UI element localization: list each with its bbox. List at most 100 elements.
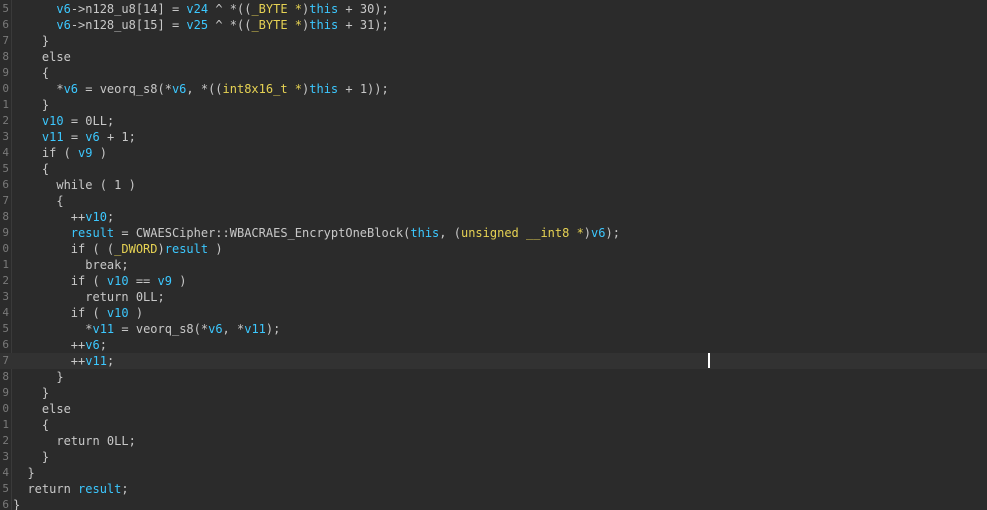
code-text[interactable]: } <box>13 33 49 49</box>
identifier-token[interactable]: v6 <box>208 322 222 336</box>
code-text[interactable]: v6->n128_u8[15] = v25 ^ *((_BYTE *)this … <box>13 17 388 33</box>
type-cast-token[interactable]: _DWORD <box>114 242 157 256</box>
code-text[interactable]: } <box>13 97 49 113</box>
code-text[interactable]: if ( v10 == v9 ) <box>13 273 187 289</box>
code-token[interactable]: = 0LL; <box>64 114 114 128</box>
code-token[interactable]: + 1; <box>100 130 136 144</box>
code-token[interactable]: if ( <box>13 146 78 160</box>
code-line[interactable]: 9 result = CWAESCipher::WBACRAES_Encrypt… <box>0 225 987 241</box>
identifier-token[interactable]: v10 <box>85 210 107 224</box>
code-token[interactable]: = veorq_s8(* <box>78 82 172 96</box>
code-text[interactable]: else <box>13 49 71 65</box>
identifier-token[interactable]: v11 <box>92 322 114 336</box>
code-token[interactable]: ) <box>584 226 591 240</box>
identifier-token[interactable]: v11 <box>42 130 64 144</box>
code-token[interactable]: return 0LL; <box>13 434 135 448</box>
type-cast-token[interactable]: unsigned __int8 * <box>461 226 584 240</box>
code-line[interactable]: 2 return 0LL; <box>0 433 987 449</box>
code-token[interactable]: ) <box>129 306 143 320</box>
code-text[interactable]: if ( v9 ) <box>13 145 107 161</box>
code-line[interactable]: 3 } <box>0 449 987 465</box>
identifier-token[interactable]: v6 <box>85 338 99 352</box>
identifier-token[interactable]: v6 <box>56 18 70 32</box>
code-token[interactable]: while ( 1 ) <box>13 178 135 192</box>
code-token[interactable]: { <box>13 194 63 208</box>
code-line[interactable]: 7 { <box>0 193 987 209</box>
code-line[interactable]: 6 v6->n128_u8[15] = v25 ^ *((_BYTE *)thi… <box>0 17 987 33</box>
identifier-token[interactable]: v6 <box>85 130 99 144</box>
identifier-token[interactable]: v10 <box>42 114 64 128</box>
code-text[interactable]: { <box>13 161 49 177</box>
identifier-token[interactable]: v6 <box>591 226 605 240</box>
code-line[interactable]: 5 { <box>0 161 987 177</box>
code-line[interactable]: 7 } <box>0 33 987 49</box>
code-token[interactable] <box>13 130 42 144</box>
code-token[interactable]: ; <box>107 354 114 368</box>
code-text[interactable]: } <box>13 385 49 401</box>
code-line[interactable]: 4 if ( v9 ) <box>0 145 987 161</box>
code-token[interactable]: ->n128_u8[15] = <box>71 18 187 32</box>
code-token[interactable]: == <box>129 274 158 288</box>
identifier-token[interactable]: result <box>165 242 208 256</box>
code-token[interactable]: { <box>13 162 49 176</box>
code-token[interactable]: + 1)); <box>338 82 388 96</box>
code-line[interactable]: 5 return result; <box>0 481 987 497</box>
code-token[interactable]: ) <box>92 146 107 160</box>
code-token[interactable] <box>13 18 56 32</box>
code-token[interactable]: ++ <box>13 354 85 368</box>
code-token[interactable]: { <box>13 66 49 80</box>
code-text[interactable]: { <box>13 417 49 433</box>
code-text[interactable]: v11 = v6 + 1; <box>13 129 136 145</box>
code-line[interactable]: 0 else <box>0 401 987 417</box>
type-cast-token[interactable]: int8x16_t * <box>223 82 302 96</box>
identifier-token[interactable]: v9 <box>158 274 172 288</box>
identifier-token[interactable]: result <box>78 482 121 496</box>
identifier-token[interactable]: v6 <box>56 2 70 16</box>
identifier-token[interactable]: v6 <box>64 82 78 96</box>
code-token[interactable]: } <box>13 466 34 480</box>
code-line[interactable]: 8 else <box>0 49 987 65</box>
code-token[interactable] <box>13 226 71 240</box>
code-token[interactable]: return 0LL; <box>13 290 164 304</box>
code-line[interactable]: 9 { <box>0 65 987 81</box>
identifier-token[interactable]: v25 <box>186 18 208 32</box>
code-line[interactable]: 2 v10 = 0LL; <box>0 113 987 129</box>
code-token[interactable]: , ( <box>439 226 461 240</box>
code-text[interactable]: } <box>13 449 49 465</box>
identifier-token[interactable]: v10 <box>107 274 129 288</box>
identifier-token[interactable]: v6 <box>172 82 186 96</box>
code-token[interactable]: } <box>13 450 49 464</box>
code-line[interactable]: 6 while ( 1 ) <box>0 177 987 193</box>
code-token[interactable]: } <box>13 98 49 112</box>
code-token[interactable]: else <box>13 402 71 416</box>
code-token[interactable] <box>13 2 56 16</box>
identifier-token[interactable]: v9 <box>78 146 92 160</box>
code-token[interactable]: = <box>64 130 86 144</box>
code-text[interactable]: v10 = 0LL; <box>13 113 114 129</box>
code-token[interactable]: , *(( <box>186 82 222 96</box>
code-text[interactable]: } <box>13 497 20 510</box>
code-token[interactable]: ->n128_u8[14] = <box>71 2 187 16</box>
code-text[interactable]: v6->n128_u8[14] = v24 ^ *((_BYTE *)this … <box>13 1 388 17</box>
code-token[interactable]: if ( <box>13 274 107 288</box>
code-token[interactable]: } <box>13 498 20 510</box>
code-token[interactable]: ; <box>121 482 128 496</box>
code-token[interactable]: ) <box>208 242 222 256</box>
code-token[interactable]: ++ <box>13 338 85 352</box>
code-line[interactable]: 2 if ( v10 == v9 ) <box>0 273 987 289</box>
code-line[interactable]: 1 break; <box>0 257 987 273</box>
code-token[interactable]: ) <box>172 274 186 288</box>
code-text[interactable]: { <box>13 65 49 81</box>
identifier-token[interactable]: v11 <box>244 322 266 336</box>
code-token[interactable]: { <box>13 418 49 432</box>
code-token[interactable]: = CWAESCipher::WBACRAES_EncryptOneBlock( <box>114 226 410 240</box>
code-token[interactable]: if ( ( <box>13 242 114 256</box>
code-token[interactable]: ++ <box>13 210 85 224</box>
type-cast-token[interactable]: _BYTE * <box>251 2 302 16</box>
code-token[interactable]: + 31); <box>338 18 388 32</box>
code-line[interactable]: 6} <box>0 497 987 510</box>
code-line[interactable]: 5 *v11 = veorq_s8(*v6, *v11); <box>0 321 987 337</box>
identifier-token[interactable]: result <box>71 226 114 240</box>
code-line[interactable]: 4 } <box>0 465 987 481</box>
code-line[interactable]: 3 return 0LL; <box>0 289 987 305</box>
